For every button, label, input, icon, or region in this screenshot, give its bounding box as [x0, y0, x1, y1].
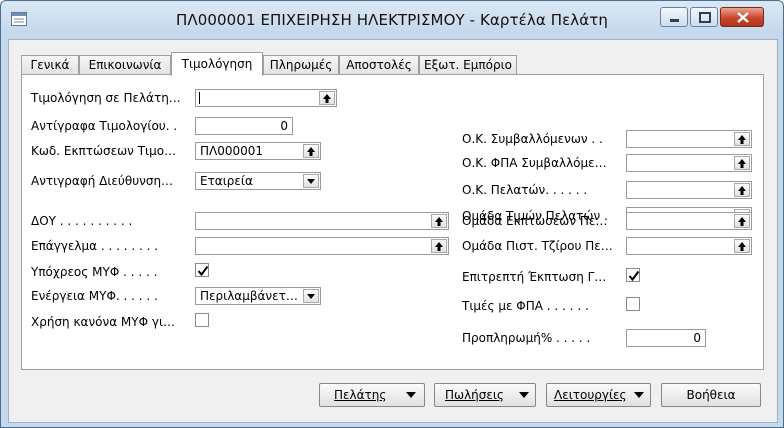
invoice-copies-field[interactable]: 0: [195, 117, 293, 135]
tax-office-field[interactable]: [195, 212, 449, 230]
myf-action-label: Ενέργεια ΜΥΦ. . . . . .: [31, 289, 158, 303]
tab-invoicing[interactable]: Τιμολόγηση: [171, 52, 263, 76]
lookup-button[interactable]: [734, 214, 750, 228]
arrow-up-icon: [738, 159, 746, 168]
lookup-button[interactable]: [734, 239, 750, 253]
chevron-down-icon: [406, 392, 416, 398]
arrow-up-icon: [435, 217, 443, 226]
tab-general[interactable]: Γενικά: [21, 55, 79, 75]
customer-posting-field[interactable]: [626, 181, 752, 199]
chevron-down-icon: [634, 392, 644, 398]
text-caret: [199, 92, 200, 104]
vat-bus-posting-field[interactable]: [626, 154, 752, 172]
functions-menu-button[interactable]: Λειτουργίες: [546, 383, 651, 407]
invoicing-panel: Τιμολόγηση σε Πελάτη… Αντίγραφα Τιμολογί…: [21, 74, 764, 370]
myf-action-dropdown[interactable]: Περιλαμβάνετ…: [195, 287, 321, 305]
customer-posting-label: Ο.Κ. Πελατών. . . . . .: [462, 183, 588, 197]
maximize-button[interactable]: [690, 7, 718, 27]
lookup-button[interactable]: [734, 183, 750, 197]
copy-address-label: Αντιγραφή Διεύθυνση…: [31, 174, 174, 188]
arrow-up-icon: [738, 135, 746, 144]
credit-group-field[interactable]: [626, 237, 752, 255]
myf-rule-label: Χρήση κανόνα ΜΥΦ γι…: [31, 315, 176, 329]
copy-address-dropdown[interactable]: Εταιρεία: [195, 172, 321, 190]
lookup-button[interactable]: [431, 214, 447, 228]
chevron-down-icon: [519, 392, 529, 398]
profession-label: Επάγγελμα . . . . . . . .: [31, 239, 159, 253]
tab-communication[interactable]: Επικοινωνία: [79, 55, 171, 75]
allow-inv-disc-label: Επιτρεπτή Έκπτωση Γ…: [462, 270, 607, 284]
profession-field[interactable]: [195, 237, 449, 255]
maximize-icon: [699, 12, 711, 23]
prices-incl-vat-label: Τιμές με ΦΠΑ . . . . . .: [462, 299, 589, 313]
customer-disc-group-label: Ομάδα Εκπτώσεων Πε…: [462, 214, 608, 228]
minimize-button[interactable]: [660, 7, 688, 27]
prepayment-pct-label: Προπληρωμή% . . . . .: [462, 331, 591, 345]
arrow-up-icon: [738, 186, 746, 195]
close-button[interactable]: [720, 7, 764, 27]
close-icon: [737, 12, 749, 23]
arrow-up-icon: [323, 94, 331, 103]
tab-foreign-trade[interactable]: Εξωτ. Εμπόριο: [419, 55, 517, 75]
customer-disc-group-field[interactable]: [626, 212, 752, 230]
gen-bus-posting-field[interactable]: [626, 130, 752, 148]
lookup-button[interactable]: [303, 144, 319, 158]
checkmark-icon: [197, 265, 209, 277]
arrow-up-icon: [307, 147, 315, 156]
title-bar[interactable]: ΠΛ000001 ΕΠΙΧΕΙΡΗΣΗ ΗΛΕΚΤΡΙΣΜΟΥ - Καρτέλ…: [1, 1, 783, 39]
dropdown-button[interactable]: [303, 289, 319, 303]
vat-bus-posting-label: Ο.Κ. ΦΠΑ Συμβαλλόμε…: [462, 156, 607, 170]
lookup-button[interactable]: [431, 239, 447, 253]
checkmark-icon: [628, 270, 640, 282]
prices-incl-vat-checkbox[interactable]: [626, 297, 640, 311]
sales-menu-button[interactable]: Πωλήσεις: [434, 383, 536, 407]
minimize-icon: [670, 19, 679, 22]
dropdown-button[interactable]: [303, 174, 319, 188]
help-button[interactable]: Βοήθεια: [661, 383, 761, 407]
myf-required-label: Υπόχρεος ΜΥΦ . . . . .: [31, 265, 158, 279]
prepayment-pct-field[interactable]: 0: [626, 329, 706, 347]
arrow-up-icon: [435, 242, 443, 251]
credit-group-label: Ομάδα Πιστ. Τζίρου Πε…: [462, 239, 613, 253]
arrow-up-icon: [738, 242, 746, 251]
lookup-button[interactable]: [319, 91, 335, 105]
invoice-copies-label: Αντίγραφα Τιμολογίου. .: [31, 119, 178, 133]
gen-bus-posting-label: Ο.Κ. Συμβαλλόμενων . .: [462, 132, 603, 146]
tab-payments[interactable]: Πληρωμές: [263, 55, 339, 75]
tax-office-label: ΔΟΥ . . . . . . . . . .: [31, 214, 133, 228]
invoice-discount-code-label: Κωδ. Εκπτώσεων Τιμο…: [31, 144, 177, 158]
customer-menu-button[interactable]: Πελάτης: [319, 383, 425, 407]
chevron-down-icon: [307, 294, 315, 299]
chevron-down-icon: [307, 179, 315, 184]
invoice-discount-code-field[interactable]: ΠΛ000001: [195, 142, 321, 160]
lookup-button[interactable]: [734, 156, 750, 170]
invoicing-to-customer-label: Τιμολόγηση σε Πελάτη…: [31, 91, 181, 105]
invoicing-to-customer-field[interactable]: [195, 89, 337, 107]
client-area: Γενικά Επικοινωνία Τιμολόγηση Πληρωμές Α…: [8, 39, 778, 423]
myf-rule-checkbox[interactable]: [195, 313, 209, 327]
tab-shipping[interactable]: Αποστολές: [339, 55, 419, 75]
lookup-button[interactable]: [734, 132, 750, 146]
customer-card-window: ΠΛ000001 ΕΠΙΧΕΙΡΗΣΗ ΗΛΕΚΤΡΙΣΜΟΥ - Καρτέλ…: [0, 0, 784, 428]
allow-inv-disc-checkbox[interactable]: [626, 268, 640, 282]
arrow-up-icon: [738, 217, 746, 226]
myf-required-checkbox[interactable]: [195, 263, 209, 277]
